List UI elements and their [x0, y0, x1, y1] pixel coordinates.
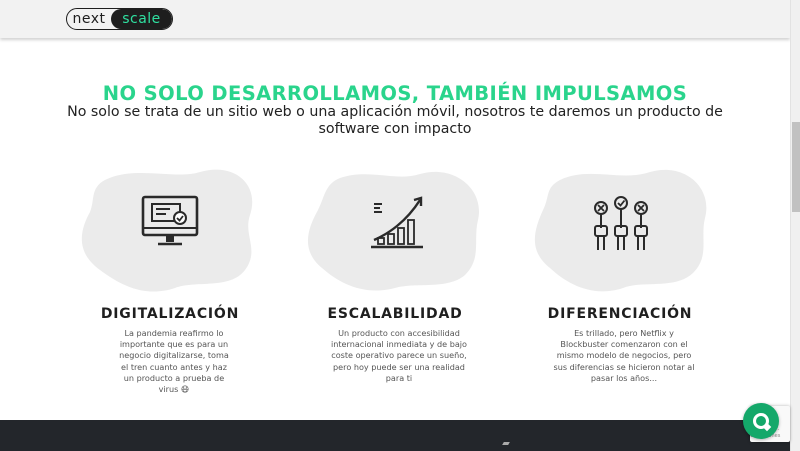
logo-scale-text: scale [111, 9, 172, 29]
chat-button[interactable] [743, 403, 779, 439]
feature-title: DIFERENCIACIÓN [547, 306, 693, 322]
site-header: next scale [0, 0, 790, 38]
page-footer [0, 420, 790, 451]
growth-chart-icon [371, 196, 423, 249]
scrollbar-thumb[interactable] [792, 122, 800, 212]
nextscale-logo[interactable]: next scale [66, 8, 173, 30]
feature-description: Un producto con accesibilidad internacio… [330, 328, 467, 383]
hero-subtitle: No solo se trata de un sitio web o una a… [67, 104, 723, 137]
chat-bubble-icon [753, 413, 769, 429]
monitor-check-icon [141, 195, 199, 246]
feature-title: DIGITALIZACIÓN [100, 306, 240, 322]
feature-description: Es trillado, pero Netflix y Blockbuster … [553, 328, 695, 383]
feature-title: ESCALABILIDAD [327, 306, 463, 322]
hero-headline: NO SOLO DESARROLLAMOS, TAMBIÉN IMPULSAMO… [102, 82, 688, 105]
voting-hands-icon [594, 196, 648, 250]
page-scrollbar[interactable] [790, 0, 800, 451]
logo-next-text: next [72, 11, 106, 27]
footer-accent-mark [502, 442, 510, 445]
feature-description: La pandemia reafirmo lo importante que e… [119, 328, 229, 395]
